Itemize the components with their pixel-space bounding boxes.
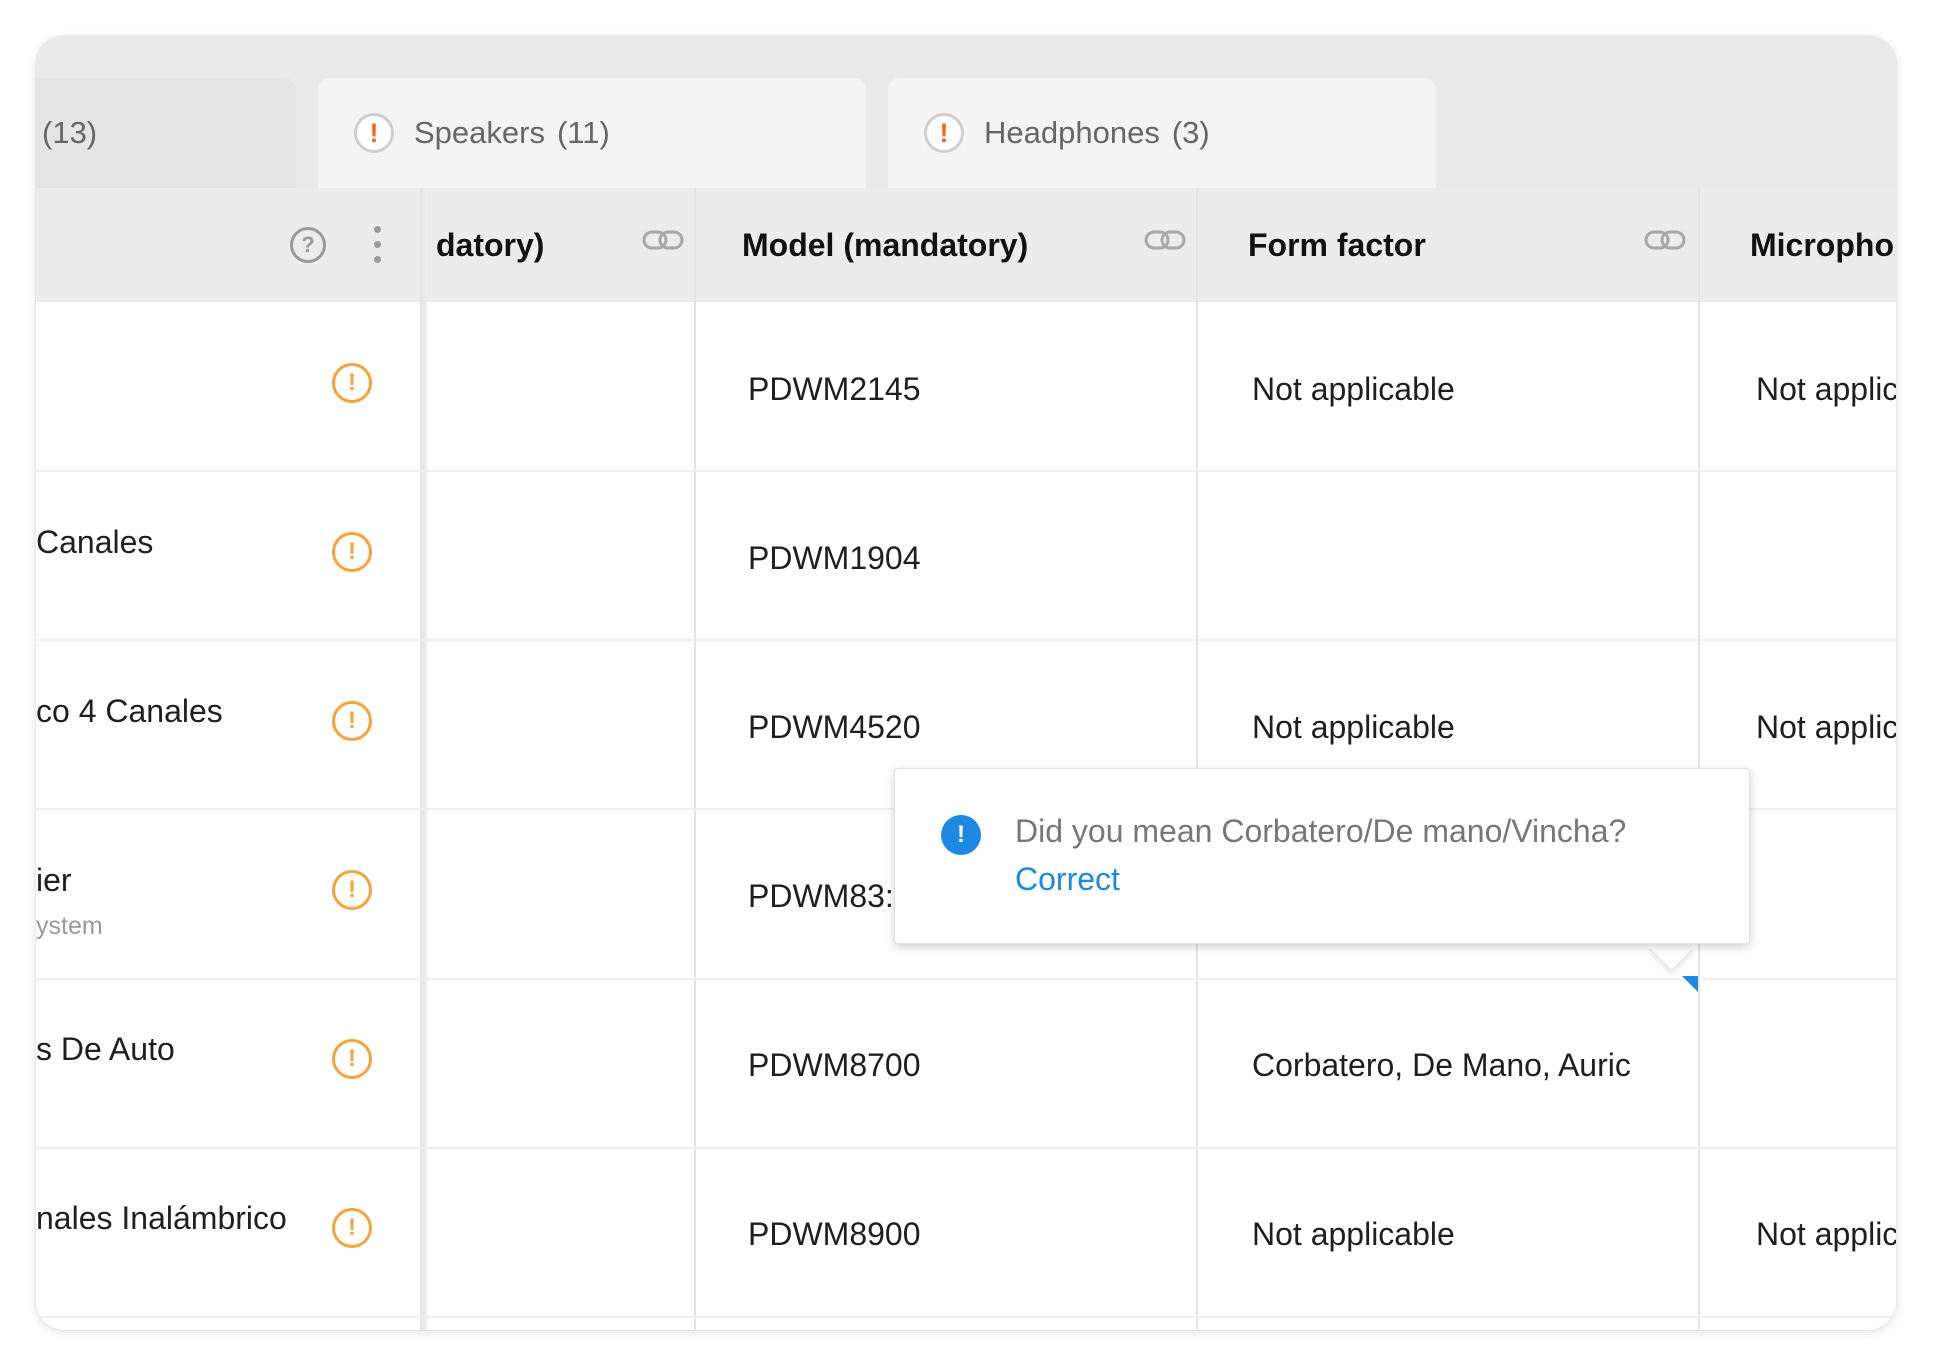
tab-speakers-count: (11) (556, 115, 610, 150)
column-divider (694, 188, 696, 1330)
row-subtitle: ystem (36, 912, 103, 940)
model-cell[interactable]: PDWM83: (748, 878, 898, 915)
correct-link[interactable]: Correct (1015, 861, 1120, 898)
warning-circle-icon[interactable]: ! (332, 701, 372, 741)
column-divider (1698, 188, 1700, 1330)
column-divider (1196, 188, 1198, 1330)
column-header-microphone[interactable]: Micropho (1750, 188, 1896, 302)
exclamation-circle-icon: ! (924, 113, 964, 153)
question-circle-icon[interactable]: ? (290, 227, 326, 263)
tab-first-count: (13) (42, 115, 98, 150)
tab-bar: (13) ! Speakers (11) ! Headphones (3) (36, 36, 1896, 188)
warning-circle-icon[interactable]: ! (332, 532, 372, 572)
row-name-cell[interactable]: s De Auto (36, 1031, 306, 1068)
row-name-cell[interactable]: Canales (36, 524, 306, 561)
suggestion-popover: ! Did you mean Corbatero/De mano/Vincha?… (894, 768, 1750, 944)
spreadsheet-window: (13) ! Speakers (11) ! Headphones (3) ? … (36, 36, 1896, 1330)
tab-headphones-label: Headphones (984, 115, 1160, 150)
warning-circle-icon[interactable]: ! (332, 1208, 372, 1248)
link-icon[interactable] (642, 228, 684, 252)
row-divider (36, 1147, 1896, 1149)
suggestion-message: Did you mean Corbatero/De mano/Vincha? (1015, 813, 1627, 849)
frozen-column-divider (420, 188, 427, 1330)
kebab-menu-icon[interactable] (374, 226, 382, 266)
form-factor-cell[interactable]: Not applicable (1252, 1216, 1682, 1253)
column-header-brand[interactable]: datory) (426, 188, 636, 302)
row-name-cell[interactable]: nales Inalámbrico (36, 1200, 306, 1237)
exclamation-circle-icon: ! (354, 113, 394, 153)
microphone-cell[interactable]: Not applic (1756, 371, 1896, 408)
tab-first[interactable]: (13) (36, 78, 296, 188)
tab-speakers[interactable]: ! Speakers (11) (318, 78, 866, 188)
row-divider (36, 639, 1896, 641)
row-name-cell[interactable]: co 4 Canales (36, 693, 306, 730)
form-factor-cell[interactable]: Not applicable (1252, 371, 1682, 408)
tab-speakers-label: Speakers (414, 115, 545, 150)
warning-circle-icon[interactable]: ! (332, 870, 372, 910)
column-header-first (36, 188, 286, 302)
warning-circle-icon[interactable]: ! (332, 363, 372, 403)
link-icon[interactable] (1644, 228, 1686, 252)
row-divider (36, 1316, 1896, 1318)
info-icon: ! (941, 815, 981, 855)
form-factor-cell[interactable]: Corbatero, De Mano, Auric (1252, 1047, 1682, 1084)
tab-headphones-count: (3) (1171, 115, 1210, 150)
row-divider (36, 470, 1896, 472)
model-cell[interactable]: PDWM8900 (748, 1216, 921, 1253)
column-header-form-factor[interactable]: Form factor (1248, 188, 1628, 302)
link-icon[interactable] (1144, 228, 1186, 252)
column-header-model[interactable]: Model (mandatory) (742, 188, 1142, 302)
warning-circle-icon[interactable]: ! (332, 1039, 372, 1079)
form-factor-cell[interactable]: Not applicable (1252, 709, 1682, 746)
row-divider (36, 978, 1896, 980)
tab-headphones[interactable]: ! Headphones (3) (888, 78, 1436, 188)
model-cell[interactable]: PDWM8700 (748, 1047, 921, 1084)
model-cell[interactable]: PDWM4520 (748, 709, 921, 746)
row-name-cell[interactable]: ier (36, 862, 306, 899)
model-cell[interactable]: PDWM1904 (748, 540, 921, 577)
model-cell[interactable]: PDWM2145 (748, 371, 921, 408)
microphone-cell[interactable]: Not applic (1756, 1216, 1896, 1253)
cell-suggestion-marker (1682, 976, 1698, 992)
microphone-cell[interactable]: Not applic (1756, 709, 1896, 746)
table-header-row: ? datory) Model (mandatory) Form factor … (36, 188, 1896, 302)
